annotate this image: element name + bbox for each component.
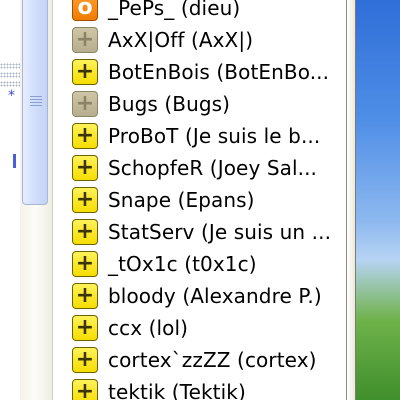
user-nick-label: ProBoT (Je suis le b... [108, 124, 321, 148]
user-list-item[interactable]: + cortex`zzZZ (cortex) [72, 344, 317, 376]
user-nick-label: Snape (Epans) [108, 188, 255, 212]
scroll-grip-line [30, 102, 42, 103]
user-list-item[interactable]: + bloody (Alexandre P.) [72, 280, 322, 312]
user-nick-label: StatServ (Je suis un ... [108, 220, 332, 244]
op-status-icon: o [72, 0, 98, 21]
user-list-item[interactable]: o _PePs_ (dieu) [72, 0, 240, 24]
voice-plus-icon: + [72, 123, 98, 149]
user-list-item[interactable]: + ProBoT (Je suis le b... [72, 120, 320, 152]
away-voice-icon: + [72, 27, 98, 53]
voice-plus-icon: + [72, 59, 98, 85]
user-list-item[interactable]: + BotEnBois (BotEnBo... [72, 56, 329, 88]
user-list-item[interactable]: + StatServ (Je suis un ... [72, 216, 331, 248]
user-list[interactable]: o _PePs_ (dieu) + AxX|Off (AxX|) + BotEnBois … [52, 0, 347, 400]
user-list-item[interactable]: + SchopfeR (Joey Sal... [72, 152, 317, 184]
chat-scrollbar-thumb[interactable] [22, 0, 48, 205]
voice-plus-icon: + [72, 251, 98, 277]
dotted-rule [0, 63, 20, 69]
irc-client-window: * o _PePs_ (dieu) + AxX|Off (AxX|) + BotEnBoi… [0, 0, 400, 400]
user-nick-label: _tOx1c (t0x1c) [108, 252, 257, 276]
scroll-grip-line [30, 105, 42, 106]
user-list-item[interactable]: + _tOx1c (t0x1c) [72, 248, 257, 280]
away-voice-icon: + [72, 91, 98, 117]
voice-plus-icon: + [72, 187, 98, 213]
chat-pane[interactable]: * [0, 0, 20, 400]
user-nick-label: Bugs (Bugs) [108, 92, 231, 116]
voice-plus-icon: + [72, 315, 98, 341]
voice-plus-icon: + [72, 379, 98, 400]
user-list-item[interactable]: + tektik (Tektik) [72, 376, 246, 400]
user-nick-label: cortex`zzZZ (cortex) [108, 348, 317, 372]
user-nick-label: BotEnBois (BotEnBo... [108, 60, 330, 84]
user-list-item[interactable]: + Snape (Epans) [72, 184, 255, 216]
voice-plus-icon: + [72, 283, 98, 309]
dotted-rule [0, 81, 20, 87]
user-list-item[interactable]: + ccx (lol) [72, 312, 188, 344]
window-border [347, 0, 356, 400]
user-nick-label: _PePs_ (dieu) [108, 0, 241, 20]
voice-plus-icon: + [72, 347, 98, 373]
user-list-item[interactable]: + Bugs (Bugs) [72, 88, 230, 120]
scroll-grip-line [30, 99, 42, 100]
scroll-grip-line [30, 96, 42, 97]
voice-plus-icon: + [72, 155, 98, 181]
user-nick-label: bloody (Alexandre P.) [108, 284, 322, 308]
user-nick-label: AxX|Off (AxX|) [108, 28, 254, 52]
chat-text-fragment-bar [13, 154, 16, 168]
chat-text-fragment: * [8, 88, 15, 104]
desktop-background [356, 0, 400, 400]
user-list-item[interactable]: + AxX|Off (AxX|) [72, 24, 253, 56]
voice-plus-icon: + [72, 219, 98, 245]
user-nick-label: SchopfeR (Joey Sal... [108, 156, 318, 180]
dotted-rule [0, 72, 20, 78]
user-nick-label: ccx (lol) [108, 316, 189, 340]
user-nick-label: tektik (Tektik) [108, 380, 246, 400]
